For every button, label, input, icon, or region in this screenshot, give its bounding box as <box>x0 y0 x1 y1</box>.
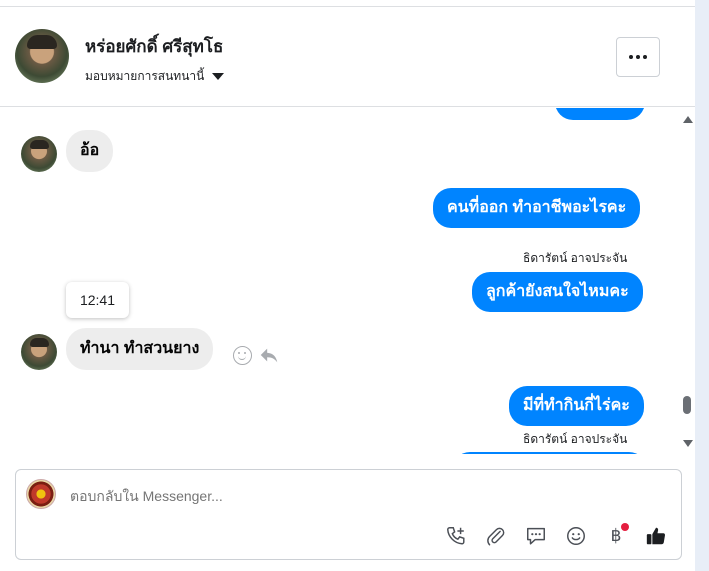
contact-name[interactable]: หร่อยศักดิ์ ศรีสุทโธ <box>85 33 223 60</box>
dot-icon <box>636 55 640 59</box>
scroll-up-arrow-icon[interactable] <box>683 116 693 123</box>
conversation-header: หร่อยศักดิ์ ศรีสุทโธ มอบหมายการสนทนานี้ <box>0 7 695 107</box>
messenger-conversation-panel: หร่อยศักดิ์ ศรีสุทโธ มอบหมายการสนทนานี้ … <box>0 0 709 571</box>
saved-reply-icon[interactable] <box>523 523 549 549</box>
message-bubble-incoming[interactable]: อ้อ <box>66 130 114 172</box>
message-bubble-outgoing[interactable]: ลูกค้ายังสนใจไหมคะ <box>472 272 643 312</box>
assign-conversation-dropdown[interactable]: มอบหมายการสนทนานี้ <box>85 67 225 86</box>
message-bubble-outgoing[interactable] <box>452 452 647 454</box>
dot-icon <box>643 55 647 59</box>
timestamp-tooltip: 12:41 <box>66 282 129 318</box>
composer-toolbar: ฿ <box>443 523 669 549</box>
reply-input[interactable] <box>70 488 570 504</box>
contact-avatar-small <box>21 334 57 370</box>
message-bubble-outgoing[interactable] <box>555 108 645 120</box>
message-bubble-incoming[interactable]: ทำนา ทำสวนยาง <box>66 328 214 370</box>
page-edge <box>695 0 709 571</box>
scrollbar-thumb[interactable] <box>683 396 691 414</box>
more-options-button[interactable] <box>616 37 660 77</box>
contact-avatar[interactable] <box>15 29 69 83</box>
emoji-icon[interactable] <box>563 523 589 549</box>
contact-avatar-small <box>21 136 57 172</box>
message-bubble-outgoing[interactable]: คนที่ออก ทำอาชีพอะไรคะ <box>433 188 641 228</box>
attachment-icon[interactable] <box>483 523 509 549</box>
chevron-down-icon <box>212 73 225 80</box>
sender-label: ธิดารัตน์ อาจประจัน <box>523 432 628 446</box>
assign-label: มอบหมายการสนทนานี้ <box>85 69 205 83</box>
like-icon[interactable] <box>643 523 669 549</box>
page-avatar <box>26 479 56 509</box>
message-composer: ฿ <box>15 469 682 560</box>
reaction-icon[interactable] <box>233 346 252 365</box>
message-bubble-outgoing[interactable]: มีที่ทำกินกี่ไร่คะ <box>509 386 644 426</box>
notification-dot <box>621 523 629 531</box>
sender-label: ธิดารัตน์ อาจประจัน <box>523 251 628 265</box>
message-list: อ้อ คนที่ออก ทำอาชีพอะไรคะ ธิดารัตน์ อาจ… <box>0 108 695 454</box>
dot-icon <box>629 55 633 59</box>
payment-icon[interactable]: ฿ <box>603 523 629 549</box>
currency-symbol: ฿ <box>610 526 622 546</box>
scroll-down-arrow-icon[interactable] <box>683 440 693 447</box>
add-call-icon[interactable] <box>443 523 469 549</box>
reply-icon[interactable] <box>258 344 280 366</box>
message-list-scrollbar[interactable] <box>681 108 693 454</box>
